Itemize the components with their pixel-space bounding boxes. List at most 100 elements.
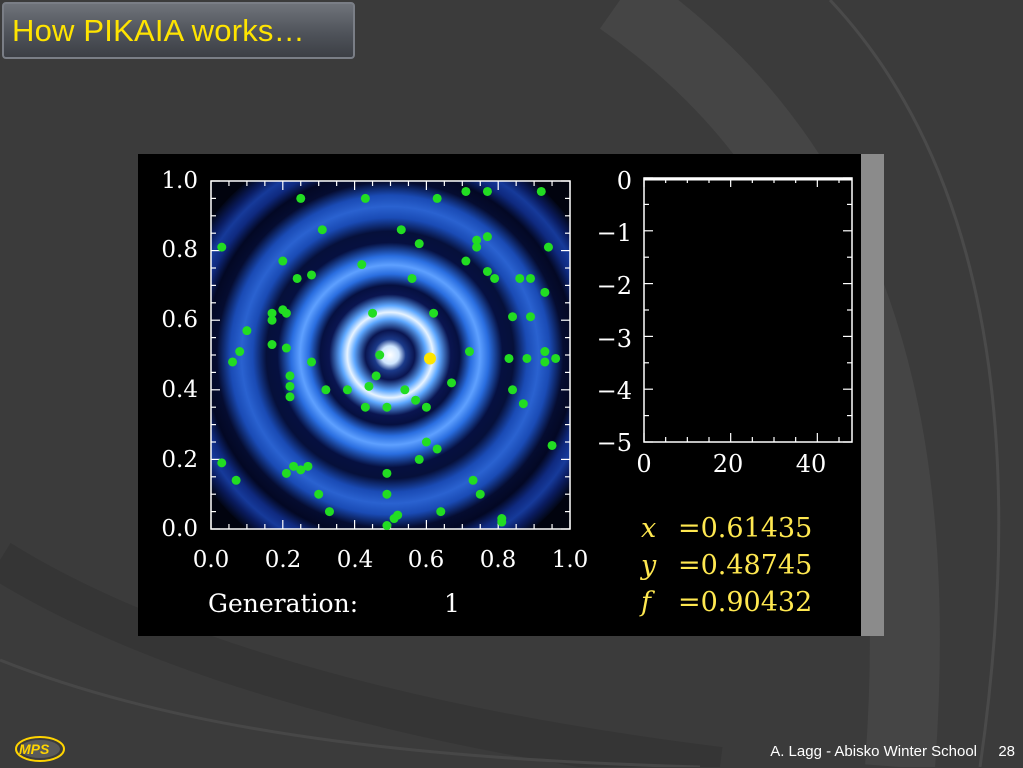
population-point xyxy=(307,357,317,367)
population-point xyxy=(407,273,417,283)
generation-value: 1 xyxy=(444,589,460,618)
right-y-tick-label: −4 xyxy=(597,377,632,405)
right-y-tick-labels: 0 −1 −2 −3 −4 −5 xyxy=(597,167,632,457)
left-y-tick-label: 0.0 xyxy=(161,516,198,542)
population-point xyxy=(321,385,331,395)
population-point xyxy=(436,507,446,517)
best-point xyxy=(423,352,436,365)
generation-label: Generation: xyxy=(208,589,358,618)
footer-credit: A. Lagg - Abisko Winter School xyxy=(770,743,977,760)
right-y-tick-label: 0 xyxy=(617,167,632,195)
left-y-tick-labels: 1.0 0.8 0.6 0.4 0.2 0.0 xyxy=(161,168,198,542)
readout-var-x: x xyxy=(641,513,656,544)
mps-logo: MPS xyxy=(14,735,66,763)
population-point xyxy=(447,378,457,388)
population-point xyxy=(472,235,482,245)
population-point xyxy=(508,385,518,395)
left-x-tick-labels: 0.0 0.2 0.4 0.6 0.8 1.0 xyxy=(193,547,589,573)
right-x-tick-label: 0 xyxy=(636,450,651,478)
population-point xyxy=(314,489,324,499)
population-point xyxy=(296,193,306,203)
left-x-tick-label: 1.0 xyxy=(552,547,589,573)
population-point xyxy=(231,475,241,485)
left-x-tick-label: 0.0 xyxy=(193,547,230,573)
population-point xyxy=(536,186,546,196)
left-y-tick-label: 0.4 xyxy=(161,377,198,403)
population-point xyxy=(278,256,288,266)
population-point xyxy=(400,385,410,395)
left-y-tick-label: 0.8 xyxy=(161,237,198,263)
population-point xyxy=(540,347,550,357)
population-point xyxy=(235,347,245,357)
population-point xyxy=(364,381,374,391)
population-point xyxy=(482,186,492,196)
population-point xyxy=(382,489,392,499)
left-x-tick-label: 0.2 xyxy=(265,547,302,573)
population-point xyxy=(421,402,431,412)
right-y-tick-label: −2 xyxy=(597,272,632,300)
population-point xyxy=(526,312,536,322)
population-point xyxy=(468,475,478,485)
left-x-tick-label: 0.8 xyxy=(480,547,517,573)
population-point xyxy=(368,308,378,318)
population-point xyxy=(285,371,295,381)
population-point xyxy=(429,308,439,318)
population-point xyxy=(504,353,514,363)
population-point xyxy=(357,260,367,270)
population-point xyxy=(421,437,431,447)
population-point xyxy=(267,340,277,350)
left-y-tick-label: 0.6 xyxy=(161,307,198,333)
population-point xyxy=(508,312,518,322)
population-point xyxy=(518,399,528,409)
population-point xyxy=(543,242,553,252)
right-y-tick-label: −1 xyxy=(597,219,632,247)
population-point xyxy=(540,287,550,297)
population-point xyxy=(303,461,313,471)
population-point xyxy=(289,461,299,471)
population-point xyxy=(281,343,291,353)
population-point xyxy=(317,225,327,235)
left-x-tick-label: 0.6 xyxy=(408,547,445,573)
pikaia-figure: 1.0 0.8 0.6 0.4 0.2 0.0 0.0 0.2 0.4 0.6 … xyxy=(138,154,861,636)
best-solution-readout: x =0.61435 y =0.48745 f =0.90432 xyxy=(639,513,812,618)
population-point xyxy=(342,385,352,395)
population-point xyxy=(360,193,370,203)
population-point xyxy=(281,468,291,478)
population-point xyxy=(551,353,561,363)
population-point xyxy=(411,395,421,405)
population-point xyxy=(540,357,550,367)
population-point xyxy=(360,402,370,412)
figure-canvas: 1.0 0.8 0.6 0.4 0.2 0.0 0.0 0.2 0.4 0.6 … xyxy=(161,167,853,618)
population-point xyxy=(371,371,381,381)
population-point xyxy=(526,273,536,283)
population-point xyxy=(267,315,277,325)
population-point xyxy=(396,225,406,235)
population-point xyxy=(382,521,392,531)
population-point xyxy=(242,326,252,336)
population-point xyxy=(285,381,295,391)
population-point xyxy=(285,392,295,402)
population-point xyxy=(522,353,532,363)
figure-side-strip xyxy=(861,154,884,636)
mps-logo-text: MPS xyxy=(19,741,50,757)
left-y-tick-label: 0.2 xyxy=(161,447,198,473)
population-point xyxy=(464,347,474,357)
population-point xyxy=(490,273,500,283)
population-point xyxy=(228,357,238,367)
population-point xyxy=(382,402,392,412)
left-y-tick-label: 1.0 xyxy=(161,168,198,194)
readout-value-f: =0.90432 xyxy=(678,587,812,618)
left-x-tick-label: 0.4 xyxy=(337,547,374,573)
population-point xyxy=(292,273,302,283)
population-point xyxy=(307,270,317,280)
page-number: 28 xyxy=(998,743,1015,760)
right-x-tick-label: 20 xyxy=(713,450,744,478)
title-box: How PIKAIA works… xyxy=(2,2,355,59)
population-point xyxy=(515,273,525,283)
right-x-tick-label: 40 xyxy=(796,450,827,478)
population-point xyxy=(432,193,442,203)
population-point xyxy=(475,489,485,499)
slide-title: How PIKAIA works… xyxy=(12,12,305,48)
readout-var-y: y xyxy=(640,550,657,581)
population-point xyxy=(389,514,399,524)
